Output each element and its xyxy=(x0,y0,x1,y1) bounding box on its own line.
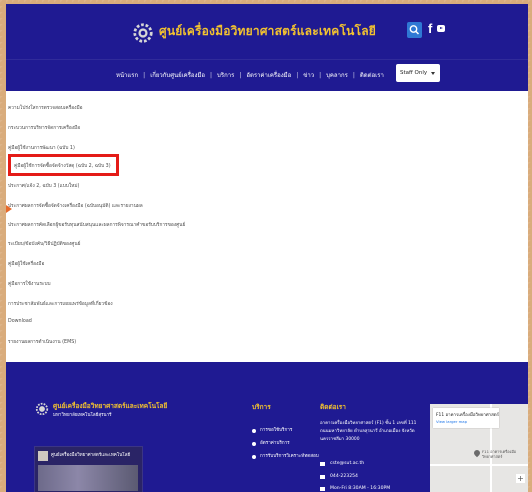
map-pin-icon[interactable] xyxy=(472,448,482,458)
staff-only-select[interactable]: Staff Only xyxy=(396,64,440,82)
list-item[interactable]: รายงานผลการดำเนินงาน (EMS) xyxy=(8,338,76,346)
footer-link-label: อัตราค่าบริการ xyxy=(260,441,290,446)
nav-item-news[interactable]: ข่าว xyxy=(303,70,314,80)
nav-separator: | xyxy=(319,71,322,79)
nav-item-about[interactable]: เกี่ยวกับศูนย์เครื่องมือ xyxy=(150,70,205,80)
nav-item-rates[interactable]: อัตราค่าเครื่องมือ xyxy=(246,70,291,80)
tools-icon xyxy=(252,454,256,459)
list-item[interactable]: ประกาศผลการจัดซื้อจัดจ้างเครื่องมือ (ฉบั… xyxy=(8,202,143,210)
footer-email-text: cste@sut.ac.th xyxy=(330,461,365,466)
footer-link-rates[interactable]: อัตราค่าบริการ xyxy=(252,440,290,447)
footer-link-testing[interactable]: การรับบริการวิเคราะห์ทดสอบ xyxy=(252,453,319,460)
map-road xyxy=(430,464,528,466)
nav-item-contact[interactable]: ติดต่อเรา xyxy=(360,70,384,80)
zoom-in-button[interactable]: + xyxy=(516,474,525,483)
footer-phone[interactable]: 044-223254 xyxy=(320,474,358,479)
site-footer: ศูนย์เครื่องมือวิทยาศาสตร์และเทคโนโลยี ม… xyxy=(6,362,528,492)
main-nav: หน้าแรก | เกี่ยวกับศูนย์เครื่องมือ | บริ… xyxy=(6,59,528,91)
list-item[interactable]: Download xyxy=(8,319,32,324)
location-icon xyxy=(252,428,256,433)
list-item[interactable]: ระเบียบ/ข้อบังคับ/วิธีปฏิบัติของศูนย์ xyxy=(8,240,80,248)
facebook-cover-photo xyxy=(38,465,138,491)
list-item[interactable]: กระบวนการบริหารจัดการเครื่องมือ xyxy=(8,124,80,132)
phone-icon xyxy=(320,474,325,479)
list-item[interactable]: คู่มือการใช้งานระบบ xyxy=(8,280,51,288)
cart-icon xyxy=(252,441,256,446)
list-item[interactable]: คู่มือผู้ใช้เครื่องมือ xyxy=(8,260,44,268)
nav-separator: | xyxy=(239,71,242,79)
footer-org-sub: มหาวิทยาลัยเทคโนโลยีสุรนารี xyxy=(53,413,112,418)
facebook-card-title: ศูนย์เครื่องมือวิทยาศาสตร์และเทคโนโลยี xyxy=(51,453,131,458)
footer-link-label: การขอใช้บริการ xyxy=(260,428,293,433)
nav-separator: | xyxy=(352,71,355,79)
footer-email[interactable]: cste@sut.ac.th xyxy=(320,461,364,466)
highlight-annotation-box xyxy=(8,154,119,176)
list-item[interactable]: คู่มือผู้ใช้งานการพัฒนา (ฉบับ 1) xyxy=(8,144,75,152)
chevron-down-icon xyxy=(431,72,435,75)
nav-separator: | xyxy=(143,71,146,79)
footer-hours-text: Mon-Fri 8:30AM - 16:30PM xyxy=(330,486,391,491)
list-item[interactable]: ประกาศผลการคัดเลือกผู้ขอรับทุนสนับสนุนแล… xyxy=(8,221,185,229)
clock-icon xyxy=(320,486,325,491)
gear-logo-icon xyxy=(35,402,49,416)
nav-separator: | xyxy=(296,71,299,79)
nav-item-services[interactable]: บริการ xyxy=(217,70,234,80)
footer-hours: Mon-Fri 8:30AM - 16:30PM xyxy=(320,486,390,491)
site-header: ศูนย์เครื่องมือวิทยาศาสตร์และเทคโนโลยี f xyxy=(6,4,528,59)
nav-item-staff[interactable]: บุคลากร xyxy=(326,70,348,80)
list-item[interactable]: ประกาศ/แจ้ง 2, ฉบับ 3 (แบบใหม่) xyxy=(8,182,79,190)
contact-title: ติดต่อเรา xyxy=(320,403,346,411)
staff-select-label: Staff Only xyxy=(400,70,428,76)
list-item[interactable]: การประชาสัมพันธ์และการเผยแพร่ข้อมูลที่เก… xyxy=(8,300,113,308)
list-item[interactable]: ความโปร่งใสการตรวจสอบเครื่องมือ xyxy=(8,104,82,112)
pointer-arrow-icon xyxy=(6,205,12,213)
search-icon[interactable] xyxy=(407,22,422,38)
footer-org-name: ศูนย์เครื่องมือวิทยาศาสตร์และเทคโนโลยี xyxy=(53,402,168,410)
gear-logo-icon[interactable] xyxy=(132,22,154,44)
footer-phone-text: 044-223254 xyxy=(330,474,358,479)
facebook-page-card[interactable]: ศูนย์เครื่องมือวิทยาศาสตร์และเทคโนโลยี xyxy=(34,446,143,492)
map-larger-link[interactable]: View larger map xyxy=(436,419,467,424)
footer-link-label: การรับบริการวิเคราะห์ทดสอบ xyxy=(260,454,319,459)
mail-icon xyxy=(320,461,325,466)
embedded-map[interactable]: F11 อาคารเครื่องมือวิทยาศาสตร์ View larg… xyxy=(430,404,528,492)
facebook-icon[interactable]: f xyxy=(428,21,432,36)
site-name[interactable]: ศูนย์เครื่องมือวิทยาศาสตร์และเทคโนโลยี xyxy=(159,22,376,41)
avatar xyxy=(38,451,48,461)
footer-address: อาคารเครื่องมือวิทยาศาสตร์ (F1) ชั้น 1 เ… xyxy=(320,421,417,442)
map-title: F11 อาคารเครื่องมือวิทยาศาสตร์ xyxy=(436,413,500,418)
web-page: ศูนย์เครื่องมือวิทยาศาสตร์และเทคโนโลยี f… xyxy=(6,4,528,492)
services-title: บริการ xyxy=(252,403,271,411)
nav-separator: | xyxy=(210,71,213,79)
map-place-label: F11 อาคารเครื่องมือวิทยาศาสตร์ xyxy=(482,449,517,459)
footer-link-request[interactable]: การขอใช้บริการ xyxy=(252,427,292,434)
nav-item-home[interactable]: หน้าแรก xyxy=(116,70,138,80)
youtube-icon[interactable] xyxy=(437,25,445,32)
map-info-card: F11 อาคารเครื่องมือวิทยาศาสตร์ View larg… xyxy=(433,408,499,428)
nav-menu: หน้าแรก | เกี่ยวกับศูนย์เครื่องมือ | บริ… xyxy=(116,70,384,80)
